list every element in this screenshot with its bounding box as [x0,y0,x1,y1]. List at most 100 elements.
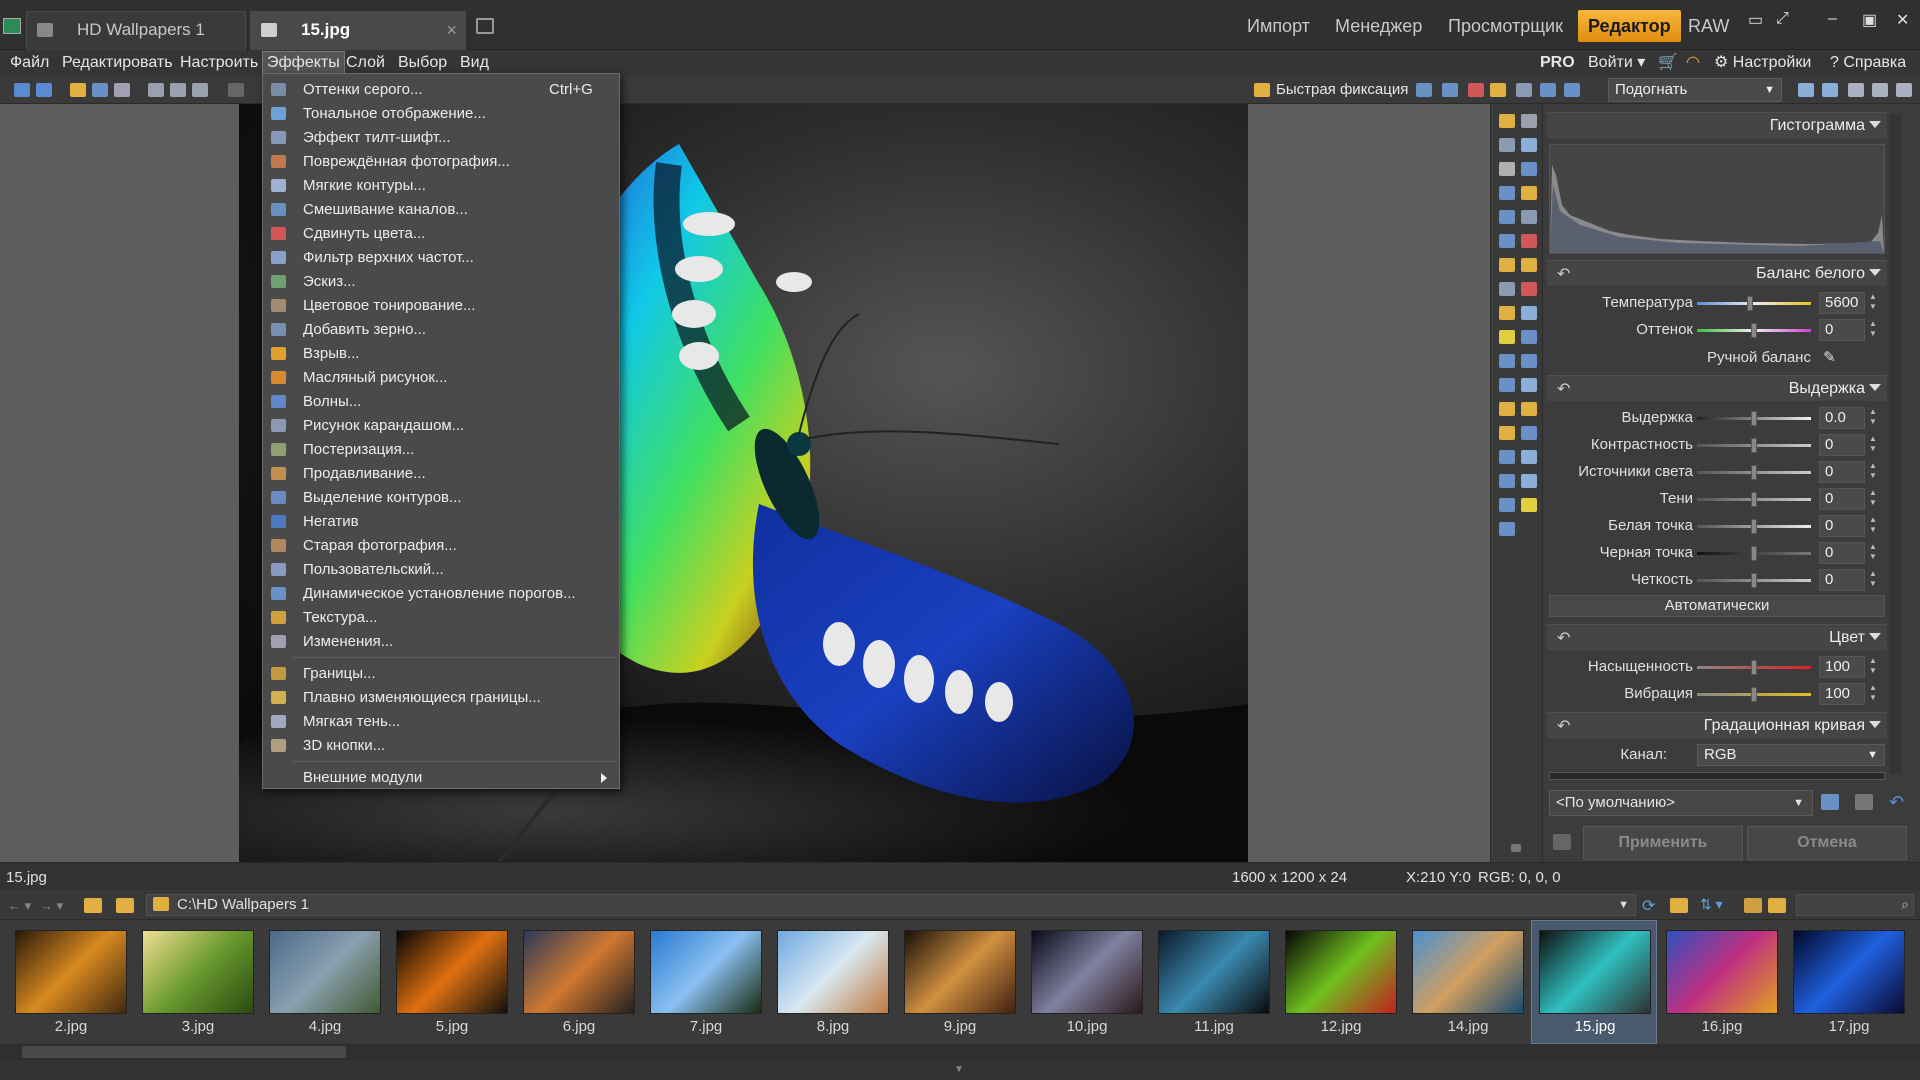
frame-icon[interactable] [1499,522,1515,536]
effects-menu-item[interactable]: Продавливание... [263,462,619,486]
thumbnail[interactable] [1285,930,1397,1014]
search-input[interactable]: ⌕ [1796,894,1914,916]
watermark-icon[interactable] [1499,498,1515,512]
nav-forward-icon[interactable]: → ▾ [40,898,63,914]
thumbnail[interactable] [142,930,254,1014]
effects-menu-item[interactable]: Волны... [263,390,619,414]
mode-editor[interactable]: Редактор [1578,10,1681,42]
exposure-slider[interactable] [1697,411,1811,426]
open-icon[interactable] [70,83,86,97]
canvas-area[interactable] [0,104,1490,862]
zoom-in-icon[interactable] [1798,83,1814,97]
rect-select-icon[interactable] [1521,330,1537,344]
effects-menu-item[interactable]: Эскиз... [263,270,619,294]
path-field[interactable]: C:\HD Wallpapers 1 ▼ [146,894,1636,916]
canvas-size-icon[interactable] [1499,234,1515,248]
lock-icon[interactable] [1553,834,1571,850]
shadows-slider-knob[interactable] [1751,492,1757,507]
zoom-select[interactable]: Подогнать ▼ [1608,78,1782,102]
thumbnail[interactable] [523,930,635,1014]
menu-view[interactable]: Вид [458,52,491,74]
actual-size-icon[interactable] [1848,83,1864,97]
pro-badge[interactable]: PRO [1540,52,1575,74]
color-replace-icon[interactable] [1521,282,1537,296]
brush-icon[interactable] [1499,306,1515,320]
channel-select[interactable]: RGB ▼ [1697,744,1885,766]
select-tool-icon[interactable] [1499,138,1515,152]
thumbnail[interactable] [904,930,1016,1014]
filmstrip-scrollbar[interactable] [0,1044,1920,1060]
expand-down-icon[interactable]: ▼ [954,1064,964,1075]
exposure-slider-knob[interactable] [1751,411,1757,426]
tab-15-jpg[interactable]: 15.jpg × [250,11,466,50]
white-point-slider-knob[interactable] [1751,519,1757,534]
back-icon[interactable] [14,83,30,97]
effects-menu-item[interactable]: Сдвинуть цвета... [263,222,619,246]
temperature-slider[interactable] [1697,296,1811,311]
clone-stamp-icon[interactable] [1499,258,1515,272]
auto-fix-icon[interactable] [1499,114,1515,128]
temperature-slider-knob[interactable] [1747,296,1753,311]
effects-menu-item[interactable]: Добавить зерно... [263,318,619,342]
crop-tool-icon[interactable] [1521,162,1537,176]
menu-edit[interactable]: Редактировать [60,52,175,74]
highlights-value[interactable]: 0 [1819,461,1865,483]
hand-tool-icon[interactable] [1499,162,1515,176]
close-icon[interactable]: ✕ [1896,10,1909,30]
eraser-icon[interactable] [1499,330,1515,344]
contrast-slider[interactable] [1697,438,1811,453]
refresh-icon[interactable]: ⟳ [1642,896,1655,916]
smart-select-icon[interactable] [1521,378,1537,392]
save-preset-icon[interactable] [1821,794,1839,810]
filmstrip-scroll-thumb[interactable] [22,1046,346,1058]
tool-icon-1[interactable] [1416,83,1432,97]
tint-slider[interactable] [1697,323,1811,338]
fullscreen-icon[interactable]: ⤢ [1776,10,1789,28]
thumbnail[interactable] [396,930,508,1014]
effects-menu-item[interactable]: Границы... [263,662,619,686]
resize-tool-icon[interactable] [1499,210,1515,224]
white-point-value[interactable]: 0 [1819,515,1865,537]
preset-select[interactable]: <По умолчанию> ▼ [1549,790,1813,816]
effects-menu-item[interactable]: Масляный рисунок... [263,366,619,390]
menu-adjust[interactable]: Настроить [178,52,260,74]
effects-menu-item[interactable]: Фильтр верхних частот... [263,246,619,270]
shadows-value[interactable]: 0 [1819,488,1865,510]
black-point-spinner-icon[interactable]: ▲ ▼ [1869,542,1881,562]
resize-icon[interactable] [1564,83,1580,97]
thumbnail[interactable] [15,930,127,1014]
effects-menu-item[interactable]: Рисунок карандашом... [263,414,619,438]
effects-menu-item[interactable]: 3D кнопки... [263,734,619,758]
tab-hd-wallpapers[interactable]: HD Wallpapers 1 [26,11,246,50]
reset-icon[interactable]: ↶ [1557,716,1570,736]
effects-menu-item[interactable]: Негатив [263,510,619,534]
black-point-value[interactable]: 0 [1819,542,1865,564]
light-icon[interactable] [1490,83,1506,97]
contrast-slider-knob[interactable] [1751,438,1757,453]
thumbnail[interactable] [1666,930,1778,1014]
tint-value[interactable]: 0 [1819,319,1865,341]
gradient-icon[interactable] [1499,474,1515,488]
black-point-slider[interactable] [1697,546,1811,561]
repair-icon[interactable] [1499,282,1515,296]
effects-menu-item[interactable]: Эффект тилт-шифт... [263,126,619,150]
effects-menu-item[interactable]: Пользовательский... [263,558,619,582]
effects-menu-item[interactable]: Выделение контуров... [263,486,619,510]
new-folder-icon[interactable] [1670,898,1688,913]
clarity-value[interactable]: 0 [1819,569,1865,591]
heal-icon[interactable] [1521,258,1537,272]
fullscreen-view-icon[interactable] [1896,83,1912,97]
sparkle-icon[interactable] [1521,498,1537,512]
histogram-header[interactable]: Гистограмма [1547,112,1887,138]
effects-menu-item[interactable]: Тональное отображение... [263,102,619,126]
shape-tool-icon[interactable] [1499,426,1515,440]
tint-slider-knob[interactable] [1751,323,1757,338]
monitor-icon[interactable]: ▭ [1748,10,1763,30]
black-point-slider-knob[interactable] [1751,546,1757,561]
sort-icon[interactable]: ⇅ ▾ [1700,896,1723,913]
vibrance-slider-knob[interactable] [1751,687,1757,702]
clarity-slider-knob[interactable] [1751,573,1757,588]
shadows-spinner-icon[interactable]: ▲ ▼ [1869,488,1881,508]
fill-icon[interactable] [1521,306,1537,320]
effects-menu-item[interactable]: Динамическое установление порогов... [263,582,619,606]
